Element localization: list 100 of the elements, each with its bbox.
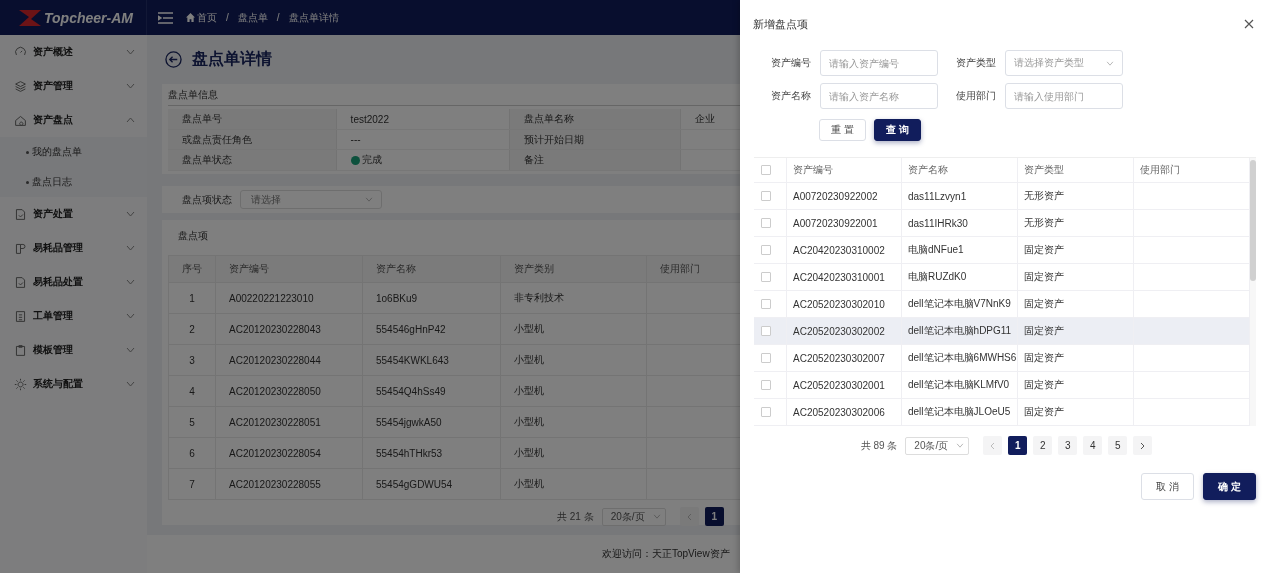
status-select[interactable]: 请选择 xyxy=(240,190,382,210)
column-header: 资产类型 xyxy=(1018,158,1134,182)
menu-item[interactable]: 资产概述 xyxy=(0,35,147,69)
table-cell: 2 xyxy=(168,313,216,345)
previous-page-button[interactable] xyxy=(983,436,1003,455)
column-header: 资产名称 xyxy=(902,158,1018,182)
menu-icon[interactable] xyxy=(158,11,173,24)
breadcrumb-link[interactable]: 首页 xyxy=(197,10,217,25)
document-icon xyxy=(14,207,27,221)
table-cell: AC20520230302006 xyxy=(787,399,902,425)
breadcrumb-link[interactable]: 盘点单 xyxy=(237,10,268,25)
page-button[interactable]: 3 xyxy=(1058,436,1078,455)
page-button[interactable]: 5 xyxy=(1108,436,1128,455)
status-dot xyxy=(350,155,360,165)
submenu-item[interactable]: 我的盘点单 xyxy=(0,137,82,167)
query-button[interactable]: 查 询 xyxy=(873,119,921,141)
table-cell: A00220221223010 xyxy=(215,282,363,314)
row-checkbox[interactable] xyxy=(761,407,771,417)
type-select[interactable]: 请选择资产类型 xyxy=(1005,50,1123,76)
row-checkbox[interactable] xyxy=(761,218,771,228)
table-cell: AC20120230228050 xyxy=(215,375,363,407)
table-cell: AC20120230228043 xyxy=(215,313,363,345)
menu-item[interactable]: 工单管理 xyxy=(0,299,147,333)
table-cell: AC20520230302002 xyxy=(787,318,902,344)
table-cell: 电脑RUZdK0 xyxy=(902,264,1018,290)
table-cell: AC20120230228051 xyxy=(215,406,363,438)
page-button[interactable]: 1 xyxy=(1008,436,1028,455)
table-cell: AC20520230302007 xyxy=(787,345,902,371)
table-cell: 55454gGDWU54 xyxy=(362,468,501,500)
section-title: 盘点项 xyxy=(177,229,208,243)
chevron-icon xyxy=(956,443,965,448)
menu-item[interactable]: 资产处置 xyxy=(0,197,147,231)
menu-item[interactable]: 模板管理 xyxy=(0,333,147,367)
table-cell: dell笔记本电脑V7NnK9 xyxy=(902,291,1018,317)
menu-item[interactable]: 资产管理 xyxy=(0,69,147,103)
menu-item[interactable]: 易耗品管理 xyxy=(0,231,147,265)
table-cell: AC20120230228055 xyxy=(215,468,363,500)
layers-icon xyxy=(14,79,27,93)
chevron-icon xyxy=(1106,60,1114,66)
reset-button[interactable]: 重 置 xyxy=(819,119,866,141)
table-cell: das11Lzvyn1 xyxy=(902,183,1018,209)
table-cell: 55454KWKL643 xyxy=(362,344,501,376)
breadcrumb-link[interactable]: 盘点单详情 xyxy=(288,10,339,25)
input-field[interactable]: 请输入资产名称 xyxy=(820,83,938,109)
table-cell: 小型机 xyxy=(500,375,647,407)
table-cell: 非专利技术 xyxy=(500,282,647,314)
menu-item[interactable]: 资产盘点 xyxy=(0,103,147,137)
table-cell: dell笔记本电脑6MWHS6 xyxy=(902,345,1018,371)
page-size-select[interactable]: 20条/页 xyxy=(905,436,970,455)
scrollbar-thumb[interactable] xyxy=(1250,160,1256,281)
menu-item[interactable]: 系统与配置 xyxy=(0,367,147,401)
table-cell: das11IHRk30 xyxy=(902,210,1018,236)
table-cell: 55454Q4hSs49 xyxy=(362,375,501,407)
cancel-button[interactable]: 取 消 xyxy=(1141,473,1195,500)
row-checkbox[interactable] xyxy=(761,353,771,363)
back-icon[interactable] xyxy=(165,51,182,69)
footer-text: 欢迎访问：天正TopView资产 xyxy=(602,547,730,561)
table-cell: 6 xyxy=(168,437,216,469)
table-cell: 55454hTHkr53 xyxy=(362,437,501,469)
menu-item[interactable]: 易耗品处置 xyxy=(0,265,147,299)
select-all-checkbox[interactable] xyxy=(761,165,771,175)
table-cell: AC20420230310001 xyxy=(787,264,902,290)
input-field[interactable]: 请输入使用部门 xyxy=(1005,83,1123,109)
page-button[interactable]: 2 xyxy=(1033,436,1053,455)
modal-overlay[interactable] xyxy=(0,0,740,573)
close-icon[interactable] xyxy=(1244,19,1254,29)
row-checkbox[interactable] xyxy=(761,326,771,336)
table-cell: 7 xyxy=(168,468,216,500)
drawer-title: 新增盘点项 xyxy=(753,16,808,32)
next-page-button[interactable] xyxy=(1133,436,1153,455)
document-icon xyxy=(14,241,27,255)
row-checkbox[interactable] xyxy=(761,272,771,282)
table-cell: 固定资产 xyxy=(1018,264,1134,290)
row-checkbox[interactable] xyxy=(761,191,771,201)
row-checkbox[interactable] xyxy=(761,380,771,390)
table-cell: A00720230922001 xyxy=(787,210,902,236)
page-button[interactable]: 4 xyxy=(1083,436,1103,455)
page-title: 盘点单详情 xyxy=(192,49,272,70)
previous-page-button[interactable] xyxy=(679,507,699,526)
breadcrumb-separator: / xyxy=(226,12,229,23)
confirm-button[interactable]: 确 定 xyxy=(1203,473,1256,500)
page-size-select[interactable]: 20条/页 xyxy=(601,507,666,526)
submenu-item[interactable]: 盘点日志 xyxy=(0,167,72,197)
table-cell: 1o6BKu9 xyxy=(362,282,501,314)
table-cell: 固定资产 xyxy=(1018,318,1134,344)
page-button[interactable]: 1 xyxy=(704,507,724,526)
column-header: 资产名称 xyxy=(362,255,501,283)
table-cell: AC20520230302010 xyxy=(787,291,902,317)
total-count: 共 21 条 xyxy=(557,509,594,524)
info-value: test2022 xyxy=(336,109,510,129)
logo-text: Topcheer-AM xyxy=(44,9,133,26)
table-cell: 小型机 xyxy=(500,344,647,376)
row-checkbox[interactable] xyxy=(761,245,771,255)
section-title: 盘点单信息 xyxy=(168,86,218,107)
row-checkbox[interactable] xyxy=(761,299,771,309)
column-header: 序号 xyxy=(168,255,216,283)
input-field[interactable]: 请输入资产编号 xyxy=(820,50,938,76)
field-label: 资产名称 xyxy=(770,89,811,103)
table-cell: 小型机 xyxy=(500,313,647,345)
clipboard-icon xyxy=(14,343,27,357)
